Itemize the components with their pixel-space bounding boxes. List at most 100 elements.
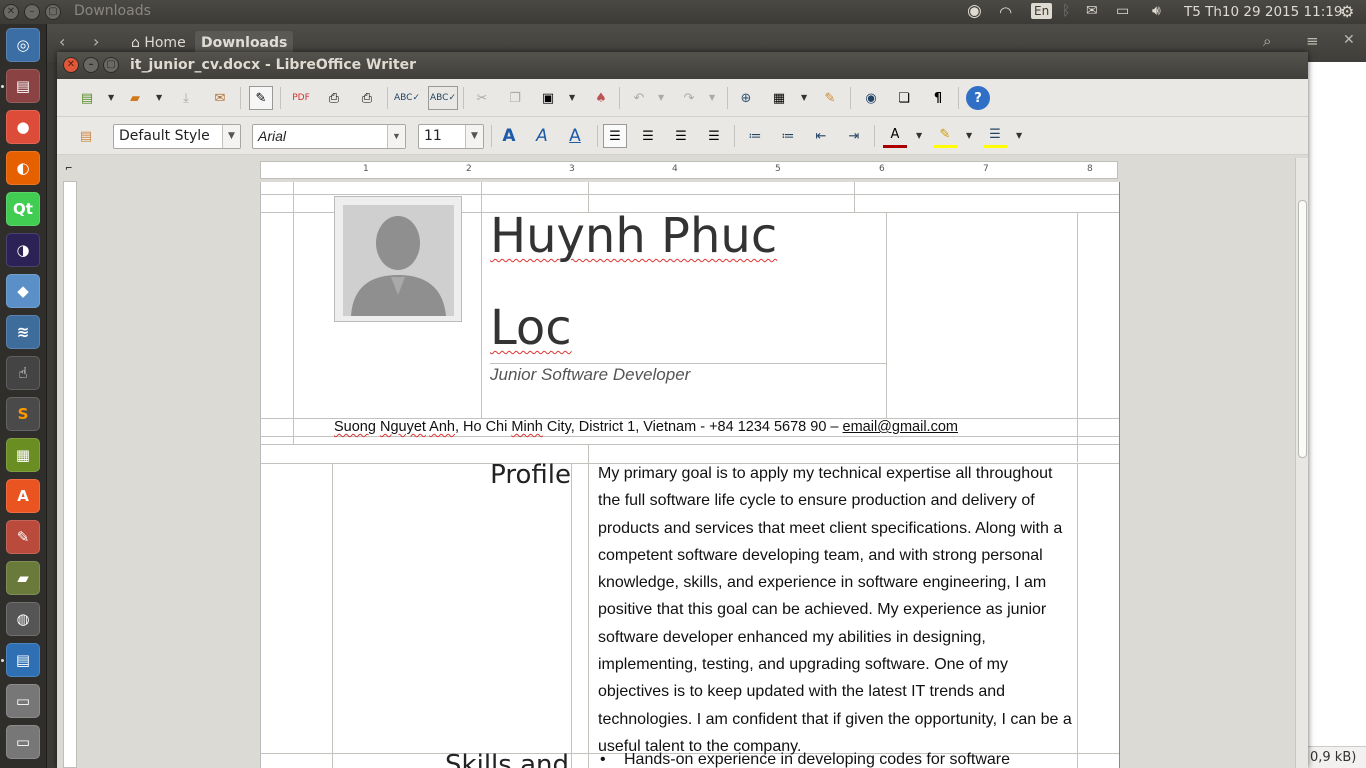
volume-icon[interactable]: 🔊︎ <box>1152 3 1161 19</box>
drive-2-icon[interactable]: ▭ <box>6 725 40 759</box>
align-center-icon[interactable]: ☰ <box>636 124 660 148</box>
mail-icon[interactable]: ✉ <box>1086 3 1098 19</box>
export-pdf-icon[interactable]: PDF <box>289 86 313 110</box>
bluetooth-icon[interactable]: ᛒ <box>1062 3 1070 19</box>
new-document-icon[interactable]: ▤ <box>75 86 99 110</box>
close-icon[interactable]: ✕ <box>1343 32 1355 48</box>
chevron-down-icon[interactable]: ▼ <box>222 125 240 148</box>
menu-icon[interactable]: ≡ <box>1306 32 1319 50</box>
maximize-window-icon[interactable]: ▢ <box>45 4 61 20</box>
paste-icon[interactable]: ▣ <box>536 86 560 110</box>
firefox-icon[interactable]: ◐ <box>6 151 40 185</box>
settings-gear-icon[interactable]: ⚙ <box>1340 2 1354 21</box>
undo-dropdown-icon[interactable]: ▼ <box>658 93 664 102</box>
help-icon[interactable]: ? <box>966 86 990 110</box>
justify-icon[interactable]: ☰ <box>702 124 726 148</box>
app-grid-icon[interactable]: ▦ <box>6 438 40 472</box>
print-preview-icon[interactable]: ⎙ <box>355 86 379 110</box>
print-icon[interactable]: ⎙ <box>322 86 346 110</box>
show-draw-functions-icon[interactable]: ✎ <box>818 86 842 110</box>
formatting-marks-icon[interactable]: ¶ <box>926 86 950 110</box>
writer-close-icon[interactable]: ✕ <box>63 57 79 73</box>
writer-maximize-icon[interactable]: ▢ <box>103 57 119 73</box>
chevron-down-icon[interactable]: ▼ <box>387 125 405 148</box>
qt-creator-icon[interactable]: Qt <box>6 192 40 226</box>
autospellcheck-icon[interactable]: ABC✓ <box>428 86 458 110</box>
search-icon[interactable]: ⌕ <box>1263 32 1271 50</box>
close-window-icon[interactable]: ✕ <box>3 4 19 20</box>
clone-formatting-icon[interactable]: ♠ <box>589 86 613 110</box>
email-document-icon[interactable]: ✉ <box>208 86 232 110</box>
eclipse-icon[interactable]: ◑ <box>6 233 40 267</box>
document-page[interactable]: Huynh Phuc Loc Junior Software Developer… <box>261 182 1119 768</box>
font-color-dropdown-icon[interactable]: ▼ <box>916 131 922 140</box>
font-color-icon[interactable]: A <box>883 124 907 148</box>
open-dropdown-icon[interactable]: ▼ <box>156 93 162 102</box>
keyboard-layout-indicator[interactable]: En <box>1031 3 1053 19</box>
touch-icon[interactable]: ☝ <box>6 356 40 390</box>
scrollbar-thumb[interactable] <box>1298 200 1307 458</box>
paste-dropdown-icon[interactable]: ▼ <box>569 93 575 102</box>
clock[interactable]: T5 Th10 29 2015 11:19 <box>1184 4 1342 20</box>
save-icon[interactable]: ⤓ <box>174 86 198 110</box>
email-link[interactable]: email@gmail.com <box>843 419 958 435</box>
navigator-icon[interactable]: ◉ <box>859 86 883 110</box>
chrome-icon[interactable]: ● <box>6 110 40 144</box>
battery-icon[interactable]: ▭ <box>1116 3 1129 19</box>
virtualbox-icon[interactable]: ◆ <box>6 274 40 308</box>
horizontal-ruler[interactable]: 1 2 3 4 5 6 7 8 <box>260 161 1118 179</box>
highlighting-dropdown-icon[interactable]: ▼ <box>966 131 972 140</box>
copy-icon[interactable]: ❐ <box>503 86 527 110</box>
ruler-number: 6 <box>879 164 885 174</box>
decrease-indent-icon[interactable]: ⇤ <box>809 124 833 148</box>
profile-photo[interactable] <box>334 196 462 322</box>
underline-icon[interactable]: A <box>563 124 587 148</box>
forward-icon[interactable]: › <box>93 32 99 51</box>
sublime-text-icon[interactable]: S <box>6 397 40 431</box>
highlighting-icon[interactable]: ✎ <box>933 124 957 148</box>
align-left-icon[interactable]: ☰ <box>603 124 627 148</box>
paragraph-background-icon[interactable]: ☰ <box>983 124 1007 148</box>
wifi-icon[interactable]: ◠ <box>999 3 1012 21</box>
paragraph-background-dropdown-icon[interactable]: ▼ <box>1016 131 1022 140</box>
vertical-scrollbar[interactable] <box>1295 158 1308 768</box>
cut-icon[interactable]: ✂ <box>470 86 494 110</box>
chevron-down-icon[interactable]: ▼ <box>465 125 483 148</box>
vertical-ruler[interactable] <box>63 181 77 768</box>
redo-icon[interactable]: ↷ <box>677 86 701 110</box>
styles-formatting-icon[interactable]: ▤ <box>74 124 98 148</box>
open-icon[interactable]: ▰ <box>123 86 147 110</box>
table-icon[interactable]: ▦ <box>767 86 791 110</box>
redo-dropdown-icon[interactable]: ▼ <box>709 93 715 102</box>
paragraph-style-select[interactable]: Default Style ▼ <box>113 124 241 149</box>
font-size-select[interactable]: 11 ▼ <box>418 124 484 149</box>
dash-home-icon[interactable]: ◎ <box>6 28 40 62</box>
hyperlink-icon[interactable]: ⊕ <box>734 86 758 110</box>
align-right-icon[interactable]: ☰ <box>669 124 693 148</box>
minimize-window-icon[interactable]: – <box>24 4 40 20</box>
new-dropdown-icon[interactable]: ▼ <box>108 93 114 102</box>
gallery-icon[interactable]: ❏ <box>892 86 916 110</box>
mysql-workbench-icon[interactable]: ≋ <box>6 315 40 349</box>
library-icon[interactable]: ▰ <box>6 561 40 595</box>
edit-mode-icon[interactable]: ✎ <box>249 86 273 110</box>
system-settings-icon[interactable]: ✎ <box>6 520 40 554</box>
bold-icon[interactable]: A <box>497 124 521 148</box>
italic-icon[interactable]: A <box>530 124 554 148</box>
numbering-icon[interactable]: ≔ <box>743 124 767 148</box>
table-dropdown-icon[interactable]: ▼ <box>801 93 807 102</box>
writer-minimize-icon[interactable]: – <box>83 57 99 73</box>
drive-icon[interactable]: ▭ <box>6 684 40 718</box>
files-icon[interactable]: ▤ <box>6 69 40 103</box>
bullets-icon[interactable]: ≔ <box>776 124 800 148</box>
software-center-icon[interactable]: A <box>6 479 40 513</box>
tab-stop-icon[interactable]: ⌐ <box>65 164 73 174</box>
spelling-icon[interactable]: ABC✓ <box>394 86 420 110</box>
back-icon[interactable]: ‹ <box>59 32 65 51</box>
libreoffice-writer-icon[interactable]: ▤ <box>6 643 40 677</box>
increase-indent-icon[interactable]: ⇥ <box>842 124 866 148</box>
network-icon[interactable]: ◍ <box>6 602 40 636</box>
chrome-indicator-icon[interactable]: ◉ <box>967 1 982 21</box>
font-name-select[interactable]: Arial ▼ <box>252 124 406 149</box>
undo-icon[interactable]: ↶ <box>627 86 651 110</box>
